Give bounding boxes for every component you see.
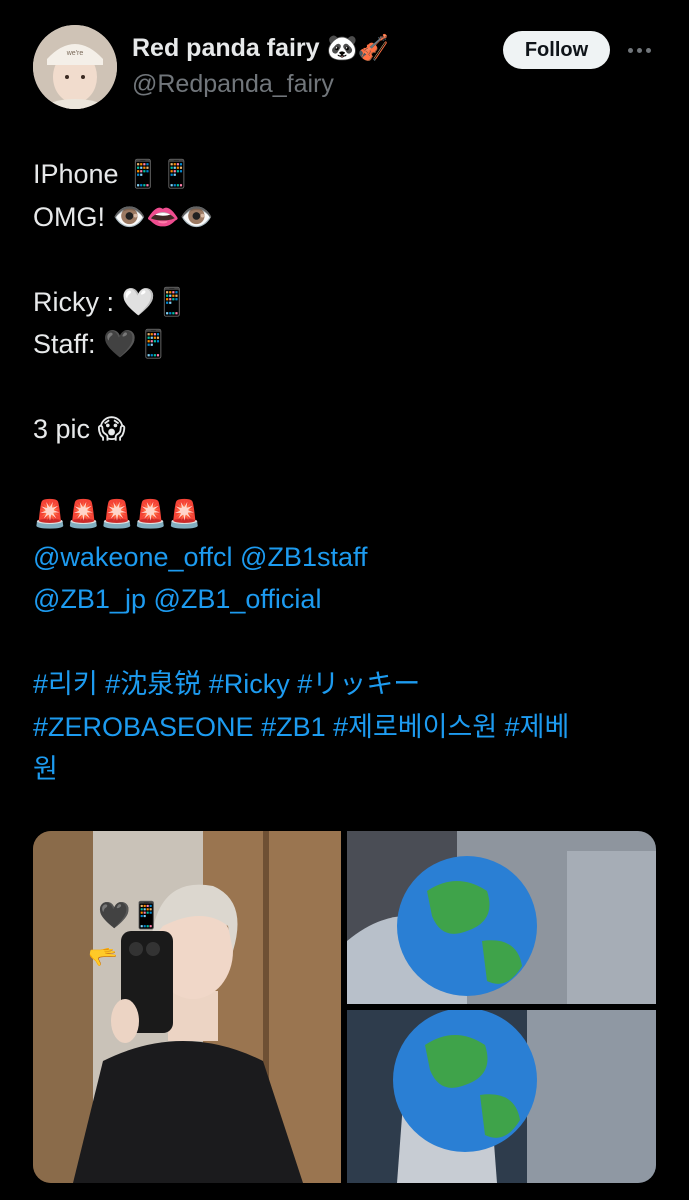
hashtags-line[interactable]: #ZEROBASEONE #ZB1 #제로베이스원 #제베 [33,706,663,749]
post-line: 3 pic 😱 [33,414,126,444]
author-avatar[interactable]: we're [33,25,117,109]
author-handle[interactable]: @Redpanda_fairy [132,70,334,99]
display-name-text: Red panda fairy [132,34,320,62]
media-grid: 🖤📱 🫳 [33,831,656,1183]
crowd-photo [347,1010,656,1183]
author-display-name[interactable]: Red panda fairy 🐼🎻 [132,33,389,63]
post-line: 🚨🚨🚨🚨🚨 [33,499,202,529]
media-photo-3[interactable] [347,1010,656,1183]
mirror-selfie-photo [33,831,341,1183]
more-dot [637,48,642,53]
mentions-line[interactable]: @wakeone_offcl @ZB1staff [33,536,663,579]
post-line: OMG! 👁️👄👁️ [33,201,214,232]
profile-photo-icon: we're [33,25,117,109]
photo-pointer-emoji: 🫳 [88,943,118,971]
post-line: Staff: 🖤📱 [33,329,171,359]
mentions-line[interactable]: @ZB1_jp @ZB1_official [33,578,663,621]
svg-text:we're: we're [66,50,84,57]
media-photo-2[interactable] [347,831,656,1004]
follow-button[interactable]: Follow [503,31,610,69]
display-name-emojis: 🐼🎻 [326,33,389,62]
post-text: IPhone 📱📱 OMG! 👁️👄👁️ Ricky : 🤍📱 Staff: 🖤… [33,153,663,791]
post-line: IPhone 📱📱 [33,159,194,189]
hashtags-line[interactable]: #리키 #沈泉锐 #Ricky #リッキー [33,663,663,706]
hashtags-line[interactable]: 원 [33,748,663,791]
media-photo-1[interactable]: 🖤📱 🫳 [33,831,341,1183]
more-options-icon[interactable] [624,40,656,60]
post-line: Ricky : 🤍📱 [33,286,189,317]
photo-overlay-emojis: 🖤📱 [98,901,163,931]
more-dot [628,48,633,53]
more-dot [646,48,651,53]
crowd-photo [347,831,656,1004]
post-header: we're Red panda fairy 🐼🎻 @Redpanda_fairy… [0,0,689,130]
